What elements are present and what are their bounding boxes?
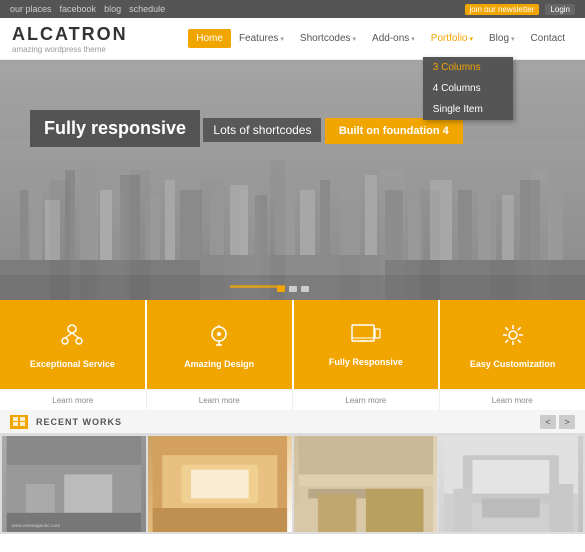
hero-content: Fully responsive Lots of shortcodes Buil… — [30, 110, 463, 155]
chevron-down-icon: ▾ — [469, 35, 473, 43]
logo-title: ALCATRON — [12, 24, 128, 45]
topbar-link-4[interactable]: schedule — [129, 4, 165, 14]
nav-label-blog: Blog — [489, 33, 509, 44]
recent-works-navigation: < > — [540, 415, 575, 429]
feature-design-bold: Design — [224, 359, 254, 369]
hero-cta-button[interactable]: Built on foundation 4 — [325, 118, 463, 144]
portfolio-item-3[interactable] — [294, 436, 438, 532]
hero-title: Fully responsive — [30, 110, 200, 147]
feature-responsive-plain: Fully — [329, 357, 353, 367]
newsletter-button[interactable]: join our newsletter — [465, 4, 540, 15]
chevron-down-icon: ▾ — [353, 35, 357, 43]
hero-subtitle: Lots of shortcodes — [203, 118, 321, 142]
nav-label-features: Features — [239, 33, 278, 44]
main-nav: Home Features ▾ Shortcodes ▾ Add-ons ▾ P… — [188, 29, 573, 48]
feature-custom-plain: Easy — [470, 359, 494, 369]
slider-dot-1[interactable] — [277, 286, 285, 292]
nav-label-portfolio: Portfolio — [431, 33, 468, 44]
topbar-link-1[interactable]: our places — [10, 4, 52, 14]
nav-label-shortcodes: Shortcodes — [300, 33, 351, 44]
slider-dot-3[interactable] — [301, 286, 309, 292]
chevron-down-icon: ▾ — [280, 35, 284, 43]
chevron-down-icon: ▾ — [411, 35, 415, 43]
dropdown-item-4col[interactable]: 4 Columns — [423, 78, 513, 99]
feature-design-plain: Amazing — [184, 359, 224, 369]
svg-text:www.messagecbc.com: www.messagecbc.com — [11, 523, 60, 529]
feature-customization[interactable]: Easy Customization — [440, 300, 585, 389]
nav-label-contact: Contact — [531, 33, 565, 44]
customization-icon — [499, 321, 527, 355]
recent-works-next-button[interactable]: > — [559, 415, 575, 429]
nav-label-home: Home — [196, 33, 223, 44]
feature-design[interactable]: Amazing Design — [147, 300, 294, 389]
recent-works-icon — [10, 415, 28, 429]
topbar-link-3[interactable]: blog — [104, 4, 121, 14]
learn-more-responsive[interactable]: Learn more — [293, 390, 440, 410]
learn-more-design[interactable]: Learn more — [147, 390, 294, 410]
learn-more-service[interactable]: Learn more — [0, 390, 147, 410]
feature-design-text: Amazing Design — [184, 359, 254, 369]
feature-service-text: Exceptional Service — [30, 359, 115, 369]
logo: ALCATRON amazing wordpress theme — [12, 24, 128, 54]
nav-item-home[interactable]: Home — [188, 29, 231, 48]
login-button[interactable]: Login — [545, 4, 575, 15]
portfolio-item-4[interactable] — [439, 436, 583, 532]
hero-slider-dots — [277, 286, 309, 292]
features-section: Exceptional Service Amazing Design F — [0, 300, 585, 390]
service-icon — [58, 321, 86, 355]
feature-responsive-text: Fully Responsive — [329, 357, 403, 367]
nav-item-blog[interactable]: Blog ▾ — [481, 29, 523, 48]
recent-works-header: RECENT WORKS < > — [0, 410, 585, 434]
design-icon — [207, 321, 231, 355]
feature-responsive[interactable]: Fully Responsive — [294, 300, 441, 389]
top-bar-links: our places facebook blog schedule — [10, 4, 165, 14]
nav-item-portfolio[interactable]: Portfolio ▾ 3 Columns 4 Columns Single I… — [423, 29, 481, 48]
portfolio-grid: www.messagecbc.com — [0, 434, 585, 534]
features-learn-more-row: Learn more Learn more Learn more Learn m… — [0, 390, 585, 410]
dropdown-item-single[interactable]: Single Item — [423, 99, 513, 120]
logo-subtitle: amazing wordpress theme — [12, 45, 128, 54]
recent-works-title: RECENT WORKS — [36, 417, 532, 427]
feature-service-bold: Service — [83, 359, 115, 369]
nav-label-addons: Add-ons — [372, 33, 409, 44]
feature-custom-bold: Customization — [493, 359, 555, 369]
top-bar: our places facebook blog schedule join o… — [0, 0, 585, 18]
feature-customization-text: Easy Customization — [470, 359, 556, 369]
recent-works-prev-button[interactable]: < — [540, 415, 556, 429]
feature-service[interactable]: Exceptional Service — [0, 300, 147, 389]
feature-service-plain: Exceptional — [30, 359, 83, 369]
top-bar-actions: join our newsletter Login — [465, 4, 576, 15]
portfolio-item-1[interactable]: www.messagecbc.com — [2, 436, 146, 532]
dropdown-item-3col[interactable]: 3 Columns — [423, 57, 513, 78]
topbar-link-2[interactable]: facebook — [60, 4, 97, 14]
chevron-down-icon: ▾ — [511, 35, 515, 43]
nav-item-addons[interactable]: Add-ons ▾ — [364, 29, 423, 48]
nav-item-contact[interactable]: Contact — [523, 29, 573, 48]
nav-item-features[interactable]: Features ▾ — [231, 29, 292, 48]
portfolio-item-2[interactable] — [148, 436, 292, 532]
feature-responsive-bold: Responsive — [352, 357, 403, 367]
learn-more-customization[interactable]: Learn more — [440, 390, 585, 410]
nav-item-shortcodes[interactable]: Shortcodes ▾ — [292, 29, 364, 48]
slider-dot-2[interactable] — [289, 286, 297, 292]
header: ALCATRON amazing wordpress theme Home Fe… — [0, 18, 585, 60]
responsive-icon — [351, 323, 381, 353]
portfolio-dropdown: 3 Columns 4 Columns Single Item — [423, 57, 513, 120]
